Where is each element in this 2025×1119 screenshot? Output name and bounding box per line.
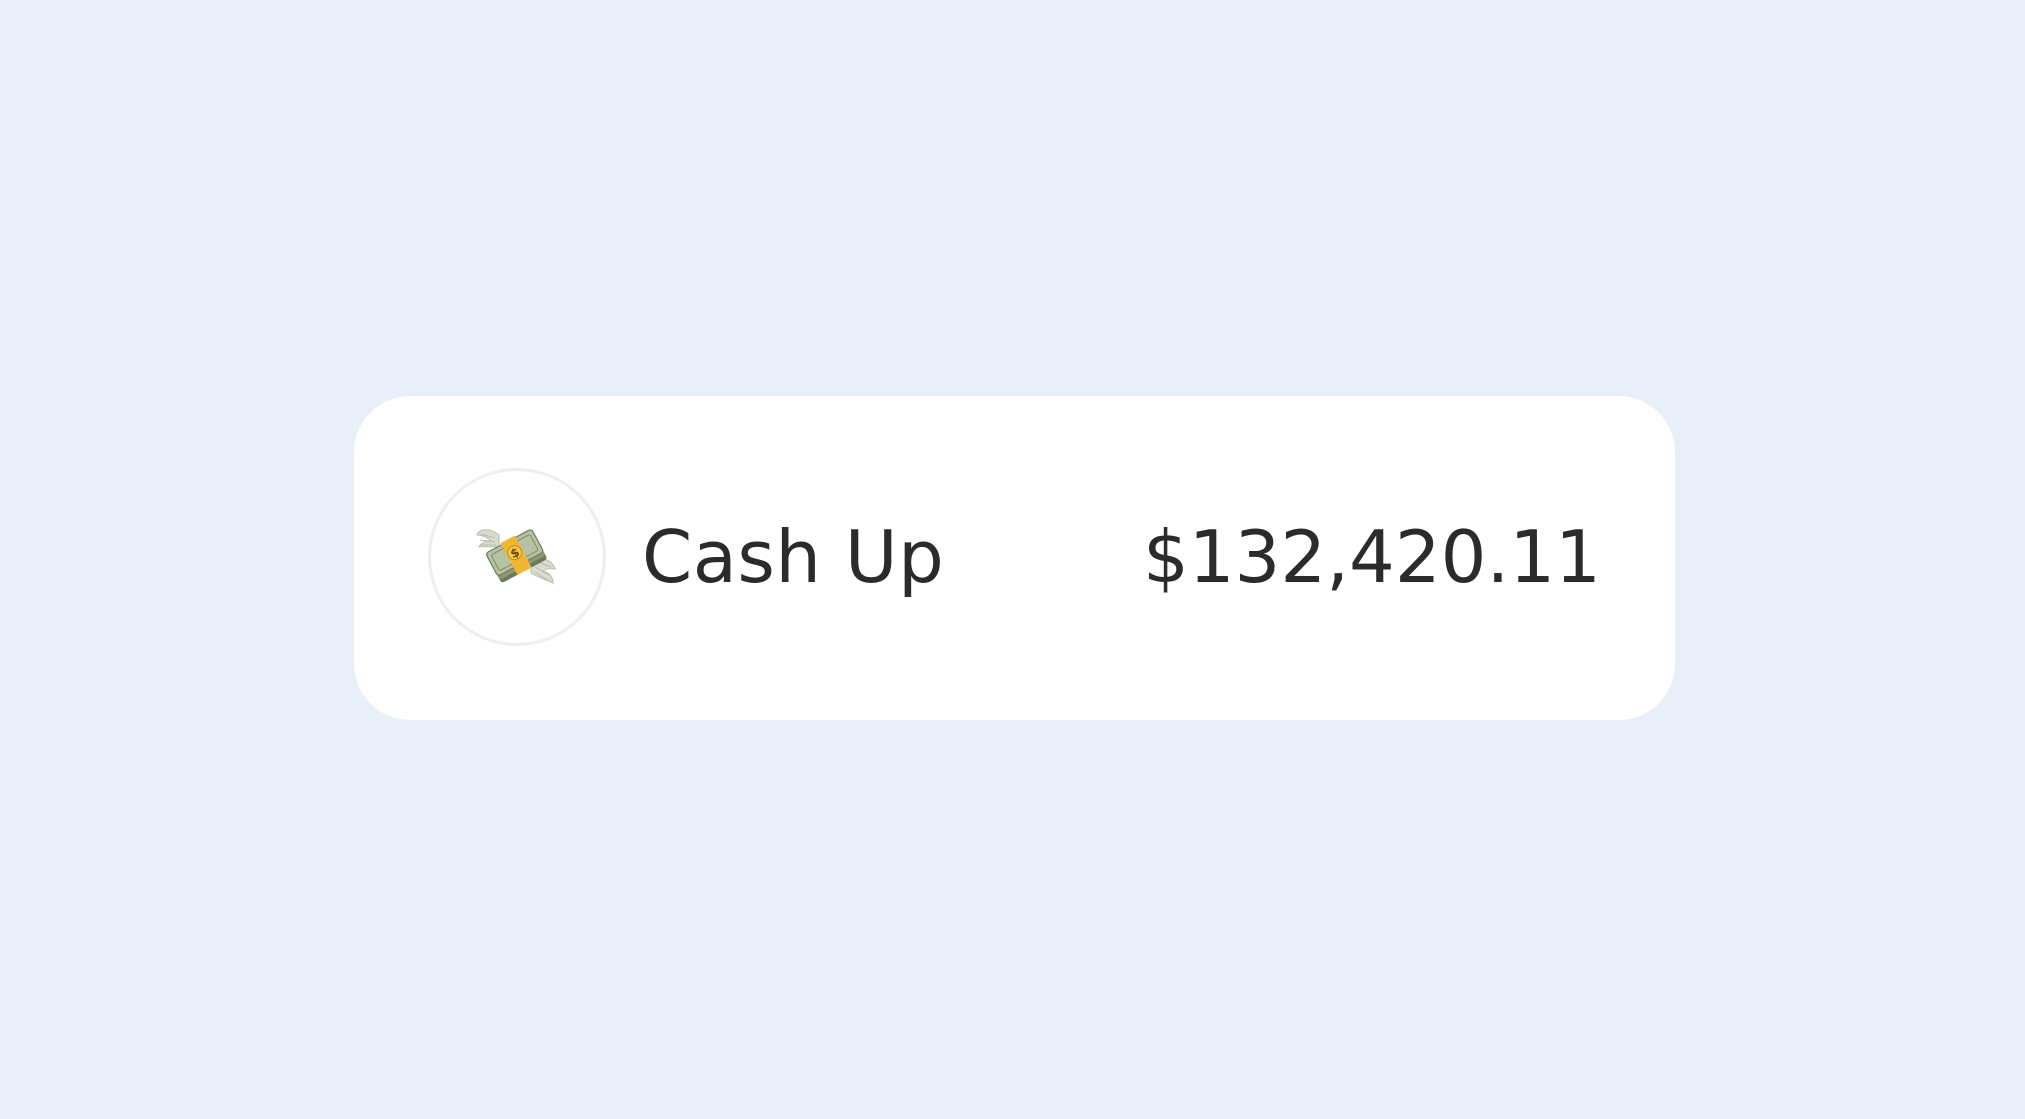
cash-up-card[interactable]: $ Cash Up $132,420.11	[354, 396, 1675, 720]
cash-amount: $132,420.11	[1142, 515, 1601, 599]
card-label: Cash Up	[642, 515, 945, 599]
icon-circle: $	[428, 468, 606, 646]
money-with-wings-icon: $	[476, 529, 556, 584]
